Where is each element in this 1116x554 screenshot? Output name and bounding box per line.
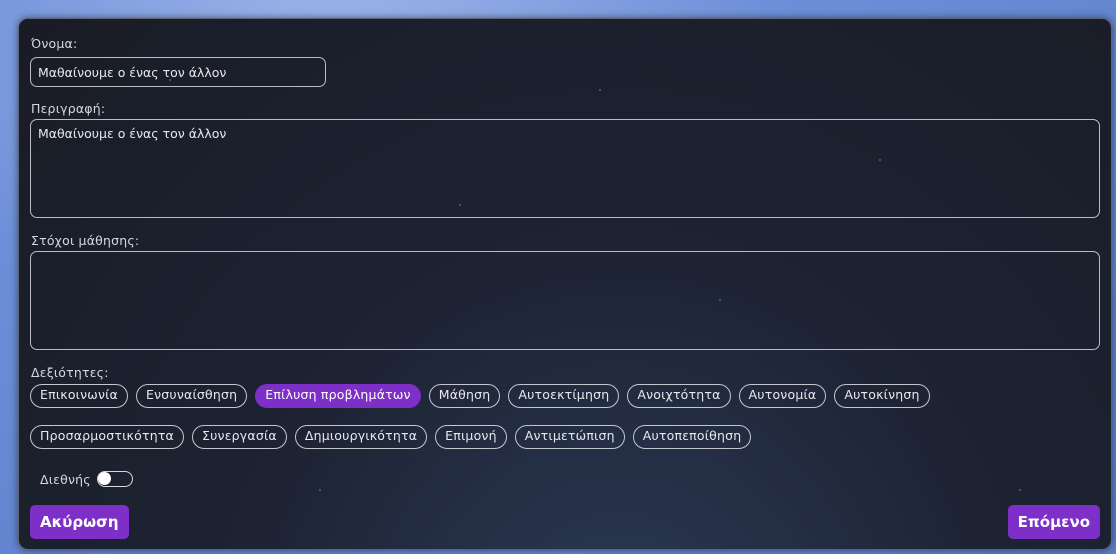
international-label: Διεθνής	[40, 471, 91, 487]
next-button[interactable]: Επόμενο	[1007, 505, 1100, 539]
background-star	[1019, 489, 1021, 491]
learning-objectives-textarea[interactable]	[30, 251, 1100, 350]
skill-chip[interactable]: Προσαρμοστικότητα	[30, 425, 184, 449]
description-textarea[interactable]: Μαθαίνουμε ο ένας τον άλλον	[30, 119, 1100, 218]
skill-chip[interactable]: Μάθηση	[428, 384, 501, 408]
skills-row-1: Επικοινωνία Ενσυναίσθηση Επίλυση προβλημάτ…	[30, 384, 930, 408]
skill-chip[interactable]: Επιμονή	[435, 425, 507, 449]
activity-form-panel: Όνομα: Περιγραφή: Μαθαίνουμε ο ένας τον …	[18, 18, 1112, 550]
skill-chip[interactable]: Ανοιχτότητα	[627, 384, 731, 408]
international-toggle[interactable]	[96, 471, 133, 487]
skill-chip[interactable]: Αυτονομία	[738, 384, 827, 408]
skill-chip[interactable]: Επικοινωνία	[30, 384, 128, 408]
skill-chip[interactable]: Αυτοπεποίθηση	[632, 425, 752, 449]
skill-chip[interactable]: Αυτοκίνηση	[834, 384, 930, 408]
name-label: Όνομα:	[31, 36, 78, 51]
skill-chip[interactable]: Συνεργασία	[192, 425, 287, 449]
skill-chip[interactable]: Ενσυναίσθηση	[136, 384, 248, 408]
learning-objectives-label: Στόχοι μάθησης:	[31, 233, 140, 248]
description-label: Περιγραφή:	[31, 101, 106, 116]
background-star	[599, 89, 601, 91]
skills-row-2: Προσαρμοστικότητα Συνεργασία Δημιουργικότη…	[30, 425, 752, 449]
skill-chip[interactable]: Αντιμετώπιση	[514, 425, 625, 449]
international-toggle-group: Διεθνής	[40, 471, 133, 487]
skills-label: Δεξιότητες:	[31, 365, 109, 380]
skill-chip[interactable]: Δημιουργικότητα	[294, 425, 428, 449]
skill-chip[interactable]: Επίλυση προβλημάτων	[255, 384, 421, 408]
name-input[interactable]	[30, 57, 326, 87]
background-star	[319, 489, 321, 491]
cancel-button[interactable]: Ακύρωση	[30, 505, 129, 539]
skill-chip[interactable]: Αυτοεκτίμηση	[508, 384, 620, 408]
toggle-knob	[97, 472, 111, 485]
